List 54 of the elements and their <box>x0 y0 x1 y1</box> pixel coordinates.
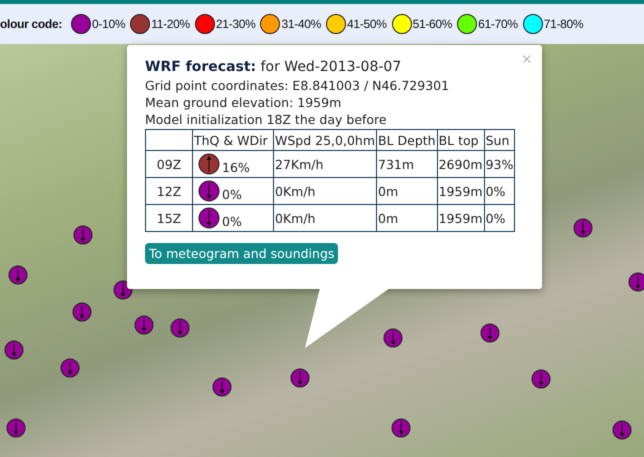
map-marker-icon <box>290 368 310 388</box>
column-header: BL Depth <box>376 130 438 150</box>
thq-value: 0% <box>222 214 242 229</box>
time-cell: 15Z <box>146 204 192 232</box>
table-cell: 731m <box>376 150 438 178</box>
legend-label: olour code: <box>0 17 62 31</box>
map-marker-icon <box>134 315 154 335</box>
thq-value: 0% <box>222 187 242 202</box>
map-marker-icon <box>212 377 232 397</box>
time-cell: 09Z <box>146 150 192 178</box>
map-marker-icon <box>4 340 24 360</box>
legend-range: 71-80% <box>544 17 584 31</box>
map-marker-icon <box>531 369 551 389</box>
table-cell: 93% <box>484 150 515 178</box>
table-cell: 0% <box>484 204 515 232</box>
legend-range: 41-50% <box>347 17 387 31</box>
legend-range: 11-20% <box>151 17 190 31</box>
table-cell: 0m <box>376 178 438 204</box>
map-marker-icon <box>73 225 93 245</box>
thq-value: 16% <box>222 160 250 175</box>
table-cell: 0Km/h <box>274 204 376 232</box>
legend-range: 21-30% <box>216 17 256 31</box>
table-cell: 0% <box>484 178 515 204</box>
legend-range: 31-40% <box>281 17 322 31</box>
column-header: ThQ & WDir <box>192 130 274 150</box>
table-cell: 0m <box>376 204 438 232</box>
table-cell: 1959m <box>437 178 484 204</box>
map-marker-icon <box>391 418 411 438</box>
legend-range: 0-10% <box>92 17 126 31</box>
table-cell: 2690m <box>437 150 484 178</box>
info-line: Grid point coordinates: E8.841003 / N46.729301 <box>145 77 450 94</box>
map-marker-icon <box>6 418 26 438</box>
table-cell: 27Km/h <box>274 150 376 178</box>
table-cell: 0Km/h <box>274 178 376 204</box>
info-line: Model initialization 18Z the day before <box>145 111 388 128</box>
map-marker-icon <box>72 302 92 322</box>
map-marker-icon <box>170 318 190 338</box>
column-header: WSpd 25,0,0hm <box>274 130 376 150</box>
map-marker-icon <box>60 358 80 378</box>
legend-range: 61-70% <box>478 17 518 31</box>
map-marker-icon <box>8 265 28 285</box>
info-line: Mean ground elevation: 1959m <box>145 94 342 111</box>
map-marker-icon <box>383 328 403 348</box>
meteogram-button[interactable]: To meteogram and soundings <box>145 243 338 264</box>
map-marker-icon <box>480 323 500 343</box>
table-cell: 1959m <box>437 204 484 232</box>
map-marker-icon <box>573 218 593 238</box>
time-cell: 12Z <box>146 178 192 204</box>
column-header: Sun <box>484 130 515 150</box>
forecast-title: WRF forecast: for Wed-2013-08-07 <box>145 58 402 77</box>
map-marker-icon <box>612 420 632 440</box>
column-header: BL top <box>437 130 484 150</box>
legend-range: 51-60% <box>412 17 452 31</box>
map-marker-icon <box>628 272 644 292</box>
